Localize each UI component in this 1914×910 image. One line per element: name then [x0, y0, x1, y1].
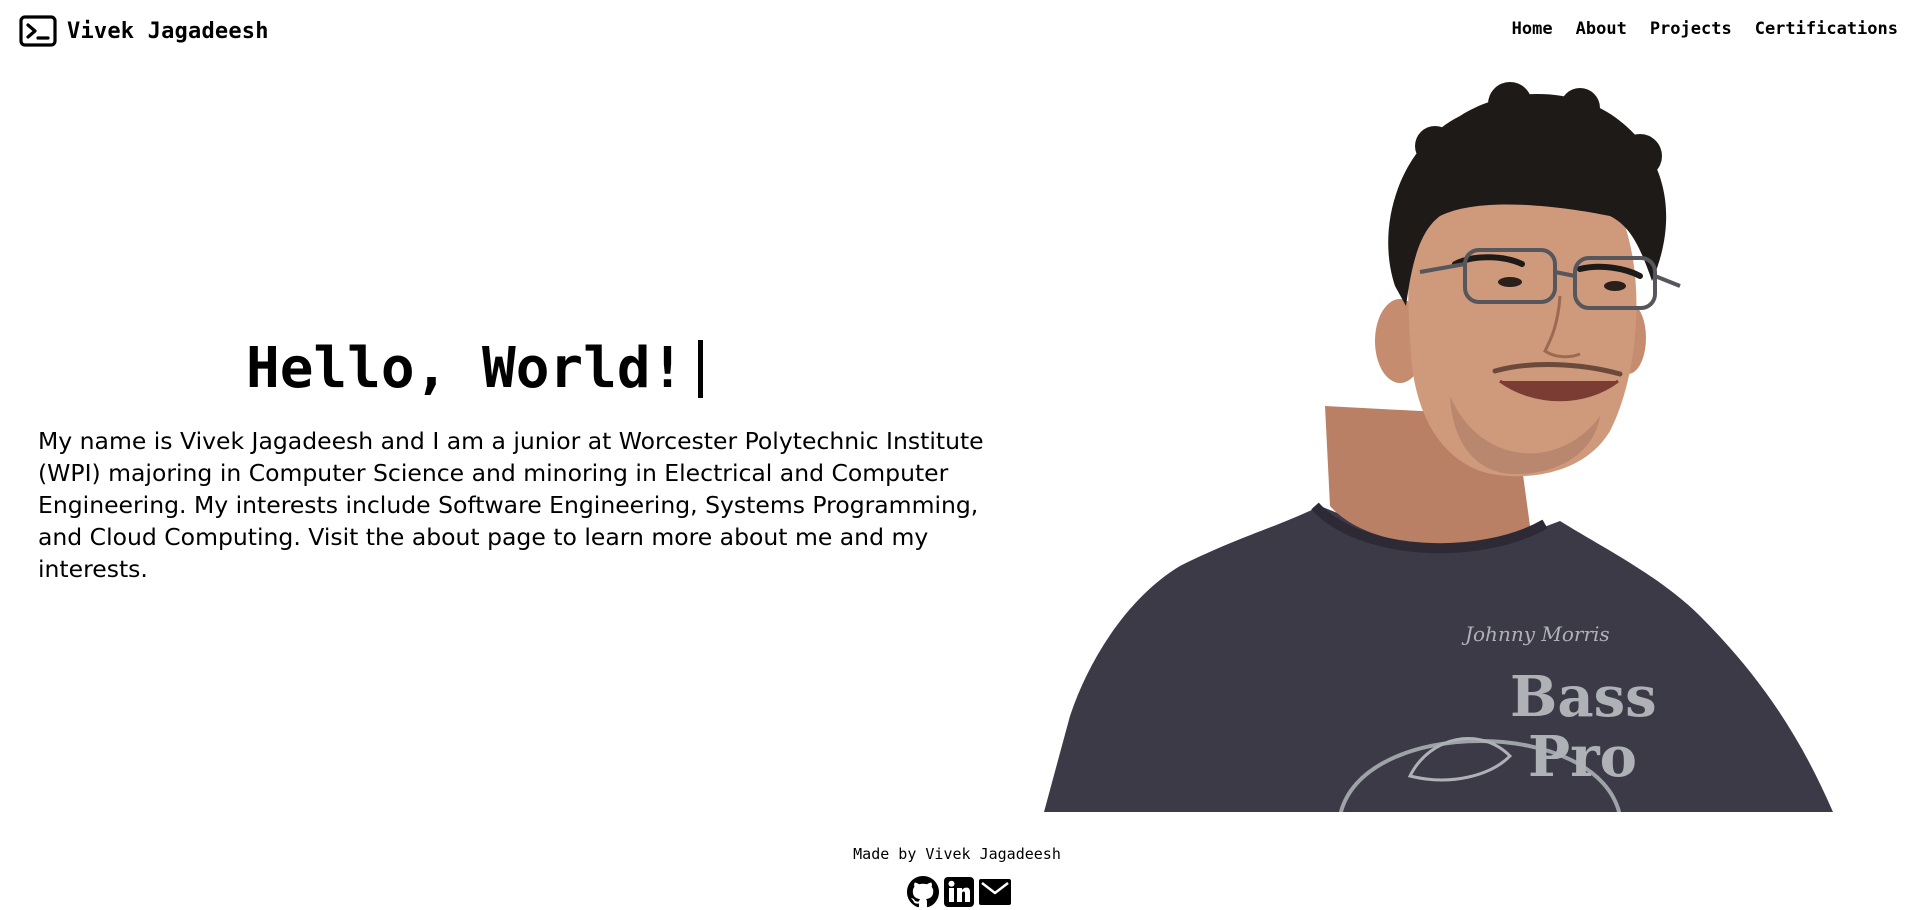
typing-cursor	[698, 339, 704, 398]
github-icon[interactable]	[907, 876, 939, 908]
social-links	[907, 876, 1011, 908]
brand-name: Vivek Jagadeesh	[67, 18, 269, 44]
mail-icon[interactable]	[979, 879, 1011, 905]
linkedin-icon[interactable]	[944, 877, 974, 907]
profile-photo: Johnny Morris Bass Pro	[1040, 76, 1840, 817]
nav-certifications[interactable]: Certifications	[1755, 19, 1898, 39]
shirt-text-bass: Bass	[1510, 664, 1657, 730]
brand-link[interactable]: Vivek Jagadeesh	[19, 15, 269, 47]
svg-text:Johnny Morris: Johnny Morris	[1461, 622, 1610, 646]
hero-title: Hello, World!	[246, 336, 704, 401]
hero-intro: My name is Vivek Jagadeesh and I am a ju…	[38, 427, 984, 583]
main-nav: Home About Projects Certifications	[1512, 19, 1898, 39]
shirt-text-pro: Pro	[1528, 724, 1637, 790]
nav-about[interactable]: About	[1576, 19, 1627, 39]
hero-title-text: Hello, World!	[246, 336, 685, 401]
site-header: Vivek Jagadeesh Home About Projects Cert…	[0, 0, 1914, 62]
nav-projects[interactable]: Projects	[1650, 19, 1732, 39]
footer-credit: Made by Vivek Jagadeesh	[853, 845, 1061, 863]
nav-home[interactable]: Home	[1512, 19, 1553, 39]
terminal-icon	[19, 15, 57, 47]
